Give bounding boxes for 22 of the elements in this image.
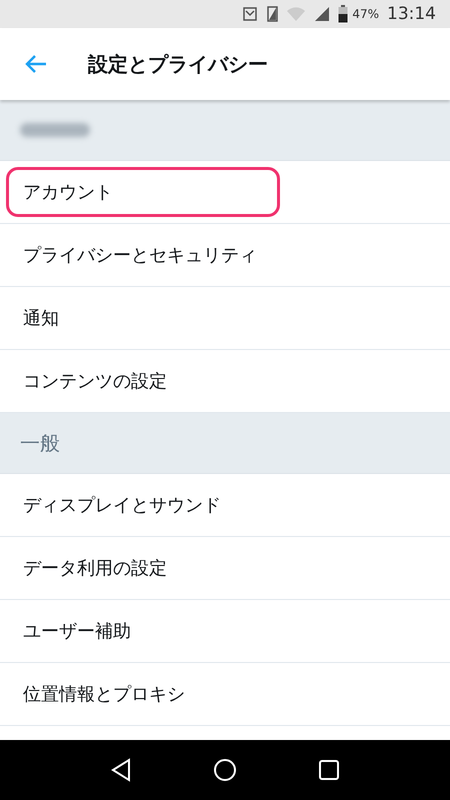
signal-icon [314, 6, 330, 22]
settings-item[interactable]: ディスプレイとサウンド [6, 480, 238, 530]
settings-item[interactable]: プライバシーとセキュリティ [6, 230, 274, 280]
settings-item[interactable]: アカウント [6, 167, 280, 217]
settings-item[interactable]: コンテンツの設定 [6, 356, 184, 406]
back-arrow-icon[interactable] [24, 54, 48, 74]
redacted-username [20, 123, 90, 137]
settings-item[interactable]: ユーザー補助 [6, 606, 148, 656]
rotation-icon [267, 6, 278, 22]
clock: 13:14 [387, 4, 436, 24]
settings-item[interactable]: データ利用の設定 [6, 543, 184, 593]
battery-icon [338, 5, 348, 23]
home-icon[interactable] [212, 758, 237, 782]
settings-item[interactable]: 通知 [6, 293, 76, 343]
recents-icon[interactable] [318, 759, 340, 781]
wifi-icon [286, 6, 306, 22]
battery-percent: 47% [352, 7, 379, 21]
screen-title: 設定とプライバシー [88, 50, 268, 78]
section-title: 一般 [20, 430, 60, 456]
notification-icon [241, 6, 260, 22]
settings-item[interactable]: 位置情報とプロキシ [6, 669, 202, 719]
back-icon[interactable] [110, 758, 132, 782]
